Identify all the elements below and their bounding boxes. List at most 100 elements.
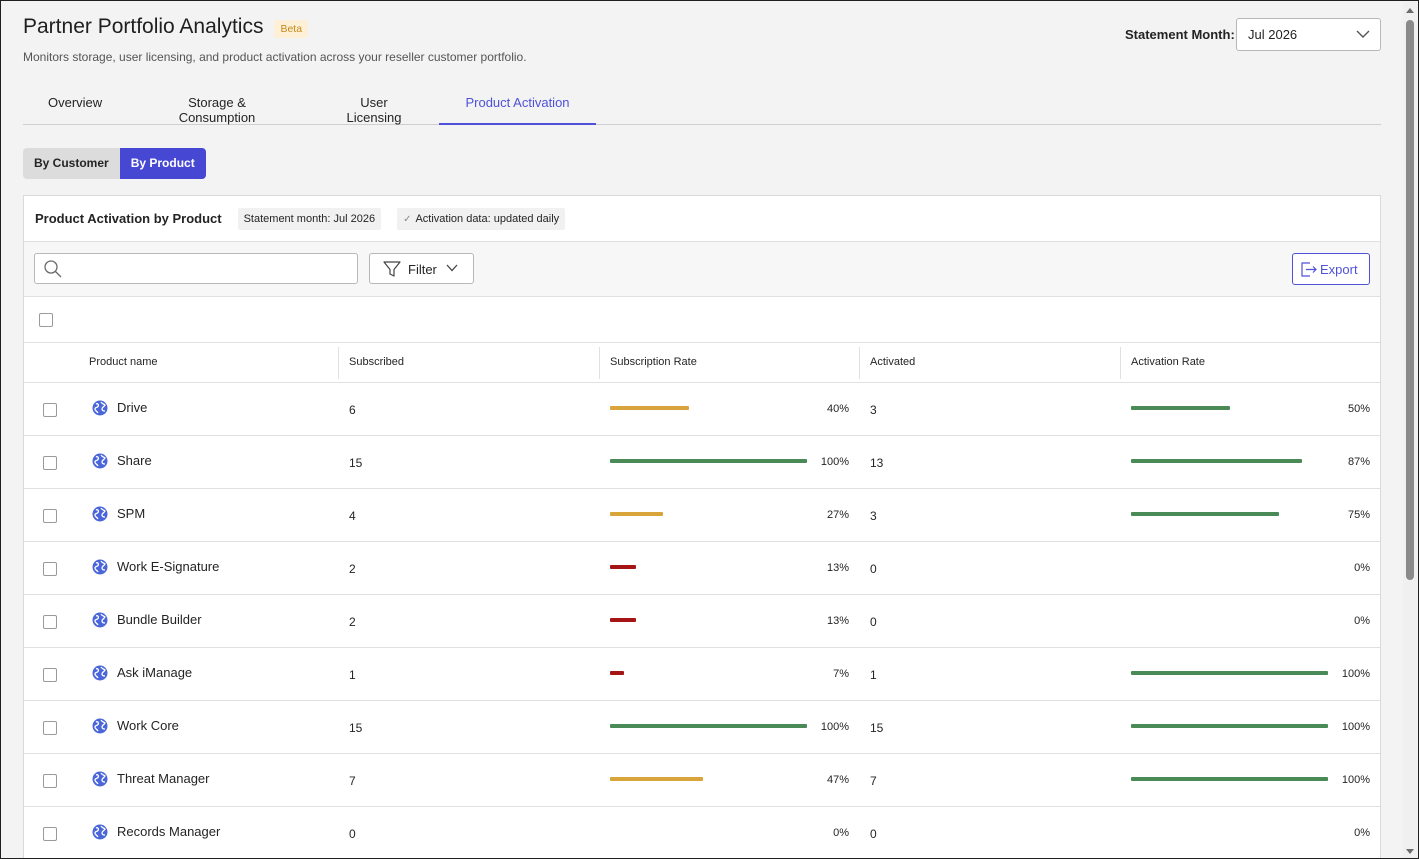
activation-rate-label: 0% xyxy=(1354,827,1370,839)
table-row[interactable]: Share 15 100% 13 87% xyxy=(24,436,1380,489)
subscription-rate-label: 100% xyxy=(820,456,849,468)
activation-rate-fill xyxy=(1131,459,1303,463)
beta-badge: Beta xyxy=(274,20,309,38)
table-row[interactable]: Ask iManage 1 7% 1 100% xyxy=(24,648,1380,701)
activation-rate-label: 100% xyxy=(1341,668,1370,680)
row-checkbox[interactable] xyxy=(43,509,57,523)
table-toolbar: Filter Export xyxy=(24,242,1380,297)
globe-icon xyxy=(92,824,108,840)
row-checkbox[interactable] xyxy=(43,403,57,417)
tab-product-activation[interactable]: Product Activation xyxy=(439,85,596,125)
column-subscription-rate[interactable]: Subscription Rate xyxy=(610,356,697,368)
filter-button[interactable]: Filter xyxy=(369,253,474,284)
table-row[interactable]: SPM 4 27% 3 75% xyxy=(24,489,1380,542)
column-divider xyxy=(338,347,339,379)
row-checkbox[interactable] xyxy=(43,668,57,682)
scroll-up-arrow-icon[interactable] xyxy=(1406,8,1414,13)
activated-count: 1 xyxy=(870,668,877,682)
table-row[interactable]: Work Core 15 100% 15 100% xyxy=(24,701,1380,754)
subscription-rate-fill xyxy=(610,565,636,569)
update-chip: ✓ Activation data: updated daily xyxy=(397,207,566,230)
product-name[interactable]: SPM xyxy=(117,506,145,521)
row-checkbox[interactable] xyxy=(43,721,57,735)
row-checkbox[interactable] xyxy=(43,562,57,576)
table-row[interactable]: Bundle Builder 2 13% 0 0% xyxy=(24,595,1380,648)
page-subtitle: Monitors storage, user licensing, and pr… xyxy=(23,50,527,64)
page-title: Partner Portfolio Analytics xyxy=(23,15,264,38)
product-name[interactable]: Bundle Builder xyxy=(117,612,202,627)
activation-rate-fill xyxy=(1131,777,1328,781)
activation-rate-bar xyxy=(1131,830,1328,834)
tab-bar: Overview Storage & Consumption User Lice… xyxy=(23,85,1381,125)
page-title-wrap: Partner Portfolio Analytics Beta xyxy=(23,15,309,39)
subscription-rate-fill xyxy=(610,512,664,516)
statement-month-select[interactable]: Jul 2026 xyxy=(1236,18,1381,51)
column-activation-rate[interactable]: Activation Rate xyxy=(1131,356,1205,368)
subscription-rate-label: 13% xyxy=(826,615,849,627)
activation-rate-bar xyxy=(1131,724,1328,728)
search-box[interactable] xyxy=(34,253,358,284)
row-checkbox[interactable] xyxy=(43,615,57,629)
subscription-rate-label: 7% xyxy=(833,668,849,680)
subscription-rate-bar xyxy=(610,777,807,781)
row-checkbox[interactable] xyxy=(43,827,57,841)
product-name[interactable]: Share xyxy=(117,453,152,468)
column-activated[interactable]: Activated xyxy=(870,356,915,368)
update-chip-label: Activation data: updated daily xyxy=(415,212,560,225)
subscription-rate-label: 13% xyxy=(826,562,849,574)
table-row[interactable]: Records Manager 0 0% 0 0% xyxy=(24,807,1380,858)
subscription-rate-bar xyxy=(610,618,807,622)
globe-icon xyxy=(92,400,108,416)
by-product-button[interactable]: By Product xyxy=(119,148,206,179)
activation-rate-label: 50% xyxy=(1347,403,1370,415)
export-button[interactable]: Export xyxy=(1292,253,1370,285)
tab-user-licensing[interactable]: User Licensing xyxy=(334,85,414,125)
search-input[interactable] xyxy=(67,260,347,278)
product-name[interactable]: Work Core xyxy=(117,718,179,733)
product-name[interactable]: Work E-Signature xyxy=(117,559,219,574)
subscribed-count: 4 xyxy=(349,509,356,523)
activation-rate-label: 87% xyxy=(1347,456,1370,468)
tab-storage-consumption[interactable]: Storage & Consumption xyxy=(149,85,285,125)
filter-icon xyxy=(383,261,401,277)
subscription-rate-fill xyxy=(610,406,689,410)
table-row[interactable]: Threat Manager 7 47% 7 100% xyxy=(24,754,1380,807)
vertical-scrollbar[interactable] xyxy=(1403,2,1417,858)
product-name[interactable]: Records Manager xyxy=(117,824,220,839)
row-checkbox[interactable] xyxy=(43,774,57,788)
subscription-rate-label: 100% xyxy=(820,721,849,733)
subscription-rate-label: 47% xyxy=(826,774,849,786)
column-divider xyxy=(859,347,860,379)
product-name[interactable]: Threat Manager xyxy=(117,771,210,786)
table-row[interactable]: Drive 6 40% 3 50% xyxy=(24,383,1380,436)
subscription-rate-label: 0% xyxy=(833,827,849,839)
activation-rate-label: 0% xyxy=(1354,562,1370,574)
globe-icon xyxy=(92,771,108,787)
tab-overview[interactable]: Overview xyxy=(48,85,102,124)
by-customer-button[interactable]: By Customer xyxy=(23,148,120,179)
globe-icon xyxy=(92,665,108,681)
activated-count: 15 xyxy=(870,721,884,735)
activation-rate-label: 100% xyxy=(1341,721,1370,733)
row-checkbox[interactable] xyxy=(43,456,57,470)
scrollbar-thumb[interactable] xyxy=(1406,20,1414,580)
column-product-name[interactable]: Product name xyxy=(89,356,157,368)
product-name[interactable]: Ask iManage xyxy=(117,665,192,680)
activated-count: 0 xyxy=(870,562,877,576)
activation-rate-bar xyxy=(1131,618,1328,622)
activated-count: 13 xyxy=(870,456,884,470)
column-subscribed[interactable]: Subscribed xyxy=(349,356,404,368)
product-name[interactable]: Drive xyxy=(117,400,147,415)
select-all-checkbox[interactable] xyxy=(39,313,53,327)
activated-count: 3 xyxy=(870,403,877,417)
table-row[interactable]: Work E-Signature 2 13% 0 0% xyxy=(24,542,1380,595)
subscribed-count: 15 xyxy=(349,456,363,470)
panel-title: Product Activation by Product xyxy=(35,211,222,226)
panel-header: Product Activation by Product Statement … xyxy=(24,196,1380,242)
view-toggle: By Customer By Product xyxy=(23,148,206,179)
column-divider xyxy=(599,347,600,379)
subscribed-count: 1 xyxy=(349,668,356,682)
globe-icon xyxy=(92,718,108,734)
activation-rate-label: 75% xyxy=(1347,509,1370,521)
scroll-down-arrow-icon[interactable] xyxy=(1406,849,1414,854)
